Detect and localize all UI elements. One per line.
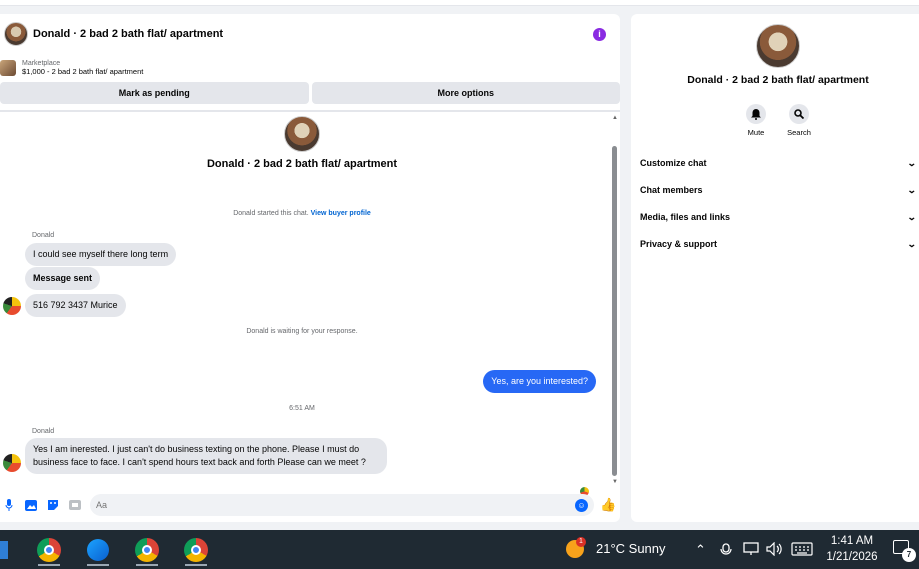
- search-label: Search: [787, 128, 811, 137]
- chat-header: Donald · 2 bad 2 bath flat/ apartment i: [0, 14, 620, 54]
- chat-panel: Donald · 2 bad 2 bath flat/ apartment i …: [0, 14, 620, 522]
- search-button[interactable]: Search: [779, 104, 819, 137]
- hero-name: Donald · 2 bad 2 bath flat/ apartment: [206, 158, 398, 170]
- gif-icon[interactable]: [68, 498, 82, 512]
- chrome-profile-3-icon[interactable]: [181, 534, 211, 566]
- chevron-up-icon[interactable]: ⌃: [695, 542, 706, 558]
- section-media-files-links[interactable]: Media, files and links ⌄: [640, 207, 918, 227]
- conversation-details-panel: Donald · 2 bad 2 bath flat/ apartment Mu…: [631, 14, 919, 522]
- scroll-thumb[interactable]: [612, 146, 617, 476]
- message-bubble[interactable]: I could see myself there long term: [25, 243, 177, 266]
- section-label: Chat members: [640, 185, 703, 195]
- message-sender: Donald: [32, 232, 55, 239]
- message-timestamp: 6:51 AM: [289, 405, 315, 412]
- view-buyer-profile-link[interactable]: View buyer profile: [311, 210, 371, 217]
- chevron-down-icon: ⌄: [907, 211, 918, 222]
- chat-title[interactable]: Donald · 2 bad 2 bath flat/ apartment: [33, 28, 593, 40]
- message-bubble[interactable]: Message sent: [25, 267, 101, 290]
- microphone-icon[interactable]: [2, 498, 16, 512]
- chat-avatar[interactable]: [4, 22, 28, 46]
- section-privacy-support[interactable]: Privacy & support ⌄: [640, 234, 918, 254]
- thumbs-up-icon[interactable]: 👍: [600, 498, 616, 512]
- message-scrollbar[interactable]: ▲ ▼: [611, 114, 619, 486]
- listing-thumbnail: [0, 60, 16, 76]
- chrome-profile-1-icon[interactable]: [34, 534, 64, 566]
- system-clock[interactable]: 1:41 AM 1/21/2026: [818, 533, 886, 565]
- details-name: Donald · 2 bad 2 bath flat/ apartment: [687, 74, 869, 86]
- waiting-notice: Donald is waiting for your response.: [246, 328, 358, 335]
- clock-time: 1:41 AM: [830, 535, 874, 547]
- hero-avatar: [284, 116, 320, 152]
- info-icon[interactable]: i: [593, 27, 606, 41]
- section-customize-chat[interactable]: Customize chat ⌄: [640, 153, 918, 173]
- section-label: Customize chat: [640, 158, 707, 168]
- network-icon[interactable]: [743, 542, 759, 559]
- section-label: Media, files and links: [640, 212, 731, 222]
- weather-text[interactable]: 21°C Sunny: [596, 541, 666, 556]
- browser-top-strip: [0, 0, 919, 6]
- more-options-button[interactable]: More options: [311, 82, 620, 104]
- sticker-icon[interactable]: [46, 498, 60, 512]
- mute-button[interactable]: Mute: [736, 104, 776, 137]
- marketplace-label: Marketplace: [22, 60, 61, 67]
- chevron-down-icon: ⌄: [907, 238, 918, 249]
- volume-icon[interactable]: [766, 541, 784, 559]
- scroll-down-arrow-icon[interactable]: ▼: [611, 478, 619, 486]
- clock-date: 1/21/2026: [826, 551, 878, 563]
- listing-actions: Mark as pending More options: [0, 82, 620, 104]
- header-divider: [0, 110, 620, 112]
- message-sender: Donald: [32, 428, 55, 435]
- outgoing-message-bubble[interactable]: Yes, are you interested?: [483, 370, 596, 393]
- emoji-icon[interactable]: ☺: [575, 498, 588, 512]
- keyboard-icon[interactable]: [791, 542, 813, 559]
- message-bubble[interactable]: 516 792 3437 Murice: [25, 294, 126, 317]
- chrome-profile-2-icon[interactable]: [132, 534, 162, 566]
- section-label: Privacy & support: [640, 239, 718, 249]
- meet-now-icon[interactable]: [720, 542, 732, 559]
- edge-icon[interactable]: [83, 534, 113, 566]
- windows-taskbar: 1 21°C Sunny ⌃ 1:41 AM 1/21/2026 7: [0, 530, 919, 569]
- scroll-up-arrow-icon[interactable]: ▲: [611, 114, 619, 122]
- photo-icon[interactable]: [24, 498, 38, 512]
- search-icon: [789, 104, 809, 124]
- message-bubble[interactable]: Yes I am inerested. I just can't do busi…: [25, 438, 387, 474]
- details-avatar[interactable]: [756, 24, 800, 68]
- section-chat-members[interactable]: Chat members ⌄: [640, 180, 918, 200]
- weather-badge: 1: [576, 537, 586, 547]
- mute-label: Mute: [747, 128, 765, 137]
- sender-avatar[interactable]: [3, 297, 21, 315]
- message-input[interactable]: [96, 500, 575, 510]
- mail-app-icon[interactable]: [0, 534, 16, 566]
- message-composer: ☺ 👍: [0, 492, 620, 518]
- message-input-wrapper: ☺: [90, 494, 594, 516]
- chat-started-text: Donald started this chat.: [233, 210, 309, 217]
- mark-pending-button[interactable]: Mark as pending: [0, 82, 309, 104]
- chat-started-notice: Donald started this chat. View buyer pro…: [0, 210, 604, 217]
- notification-badge: 7: [902, 548, 916, 562]
- marketplace-listing[interactable]: Marketplace $1,000 - 2 bad 2 bath flat/ …: [0, 54, 620, 82]
- listing-title: $1,000 - 2 bad 2 bath flat/ apartment: [22, 67, 144, 76]
- chevron-down-icon: ⌄: [907, 184, 918, 195]
- bell-icon: [746, 104, 766, 124]
- message-list: Donald · 2 bad 2 bath flat/ apartment Do…: [0, 114, 610, 496]
- sender-avatar[interactable]: [3, 454, 21, 472]
- chevron-down-icon: ⌄: [907, 157, 918, 168]
